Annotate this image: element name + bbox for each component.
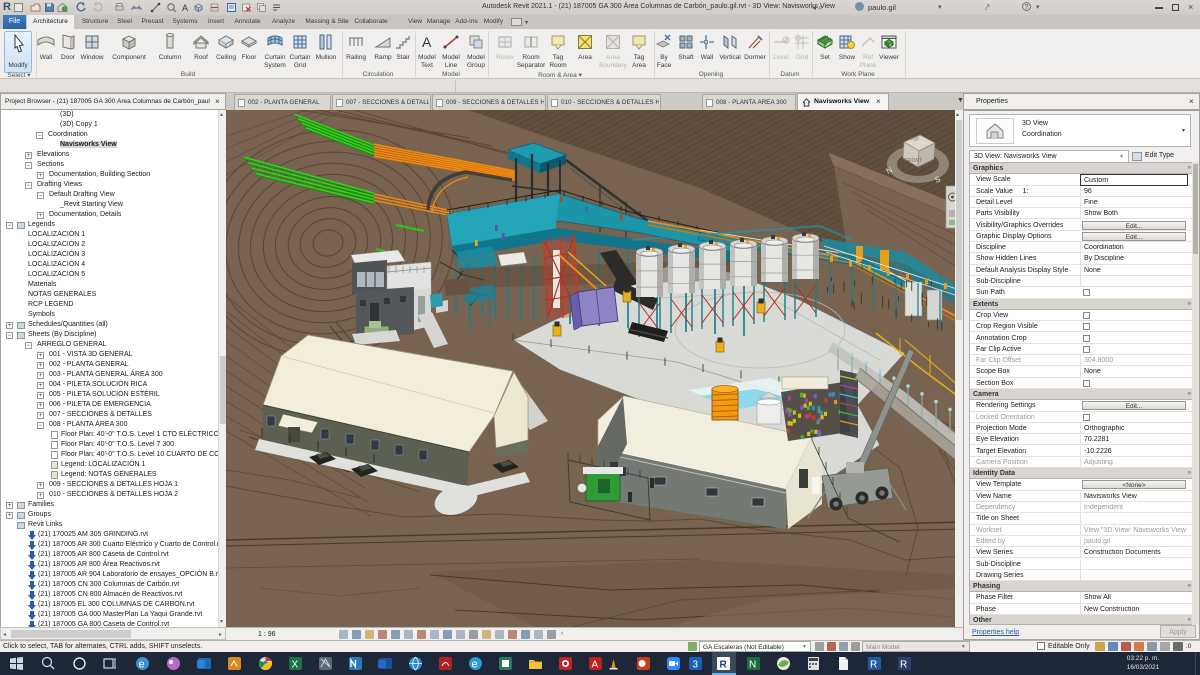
svg-text:N: N: [749, 660, 756, 671]
svg-text:TOP: TOP: [910, 137, 919, 142]
svg-text:R: R: [900, 660, 907, 671]
svg-text:X: X: [292, 660, 299, 671]
svg-text:FRONT: FRONT: [905, 158, 922, 164]
svg-text:3: 3: [693, 660, 699, 671]
svg-text:A: A: [422, 34, 432, 50]
svg-text:R: R: [870, 660, 877, 671]
svg-text:R: R: [720, 660, 728, 671]
svg-text:A: A: [592, 660, 599, 671]
svg-text:A: A: [182, 3, 188, 13]
svg-text:e: e: [139, 659, 145, 671]
svg-text:e: e: [472, 659, 478, 671]
